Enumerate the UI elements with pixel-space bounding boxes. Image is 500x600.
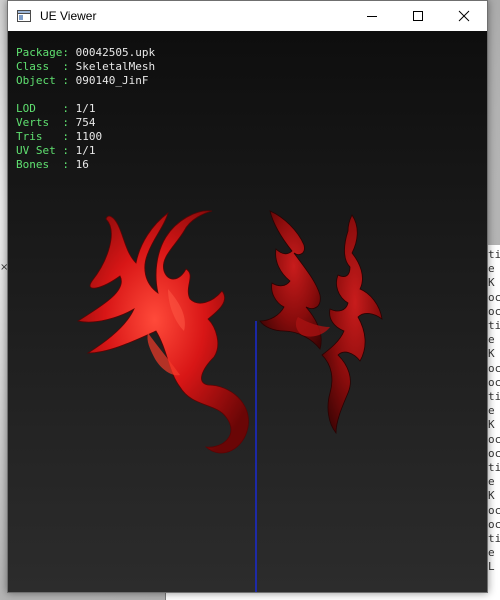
info-row-tris: Tris : 1100 [16,130,103,143]
3d-viewport[interactable]: Package: 00042505.upk Class : SkeletalMe… [8,31,487,592]
background-console-fragment: K [488,489,495,503]
window-title: UE Viewer [40,9,97,23]
mesh-info-panel: Package: 00042505.upk Class : SkeletalMe… [16,46,155,172]
info-row-bones: Bones : 16 [16,158,89,171]
background-console-fragment: e [488,262,495,276]
background-console-fragment: ti [488,390,500,404]
background-console-fragment: e [488,333,495,347]
info-row-uvset: UV Set : 1/1 [16,144,96,157]
info-row-object: Object : 090140_JinF [16,74,149,87]
background-console-fragment: oc [488,446,500,460]
background-console-fragment: oc [488,290,500,304]
background-console-text-strip: ti e Koc oc ti e Koc oc ti e Koc oc ti e Koc oc ti e L [488,248,500,578]
background-console-fragment: oc [488,375,500,389]
background-console-fragment: e [488,546,495,560]
left-wing-mesh [76,210,249,454]
background-console-fragment: e [488,404,495,418]
background-console-fragment: K [488,347,495,361]
info-row-verts: Verts : 754 [16,116,96,129]
background-console-fragment: ti [488,532,500,546]
info-row-class: Class : SkeletalMesh [16,60,156,73]
background-console-fragment: ti [488,319,500,333]
background-console-fragment: e [488,475,495,489]
background-console-fragment: ti [488,248,500,261]
close-button[interactable] [441,1,487,31]
info-row-lod: LOD : 1/1 [16,102,96,115]
background-console-fragment: ti [488,461,500,475]
app-window-icon [16,8,32,24]
background-console-fragment: oc [488,517,500,531]
window-controls [349,1,487,31]
background-console-fragment: oc [488,304,500,318]
background-console-fragment: oc [488,361,500,375]
ue-viewer-window: UE Viewer Package: 00042505.upk Class: … [7,0,488,593]
close-icon [458,10,470,22]
minimize-button[interactable] [349,1,395,31]
background-console-fragment: oc [488,432,500,446]
minimize-icon [367,16,377,17]
maximize-button[interactable] [395,1,441,31]
maximize-icon [413,11,423,21]
background-console-fragment: K [488,418,495,432]
info-row-package: Package: 00042505.upk [16,46,156,59]
background-console-fragment: K [488,276,495,290]
title-bar[interactable]: UE Viewer [8,1,487,31]
background-console-fragment: L [488,560,495,574]
right-wing-mesh [259,210,383,435]
background-console-fragment: oc [488,503,500,517]
